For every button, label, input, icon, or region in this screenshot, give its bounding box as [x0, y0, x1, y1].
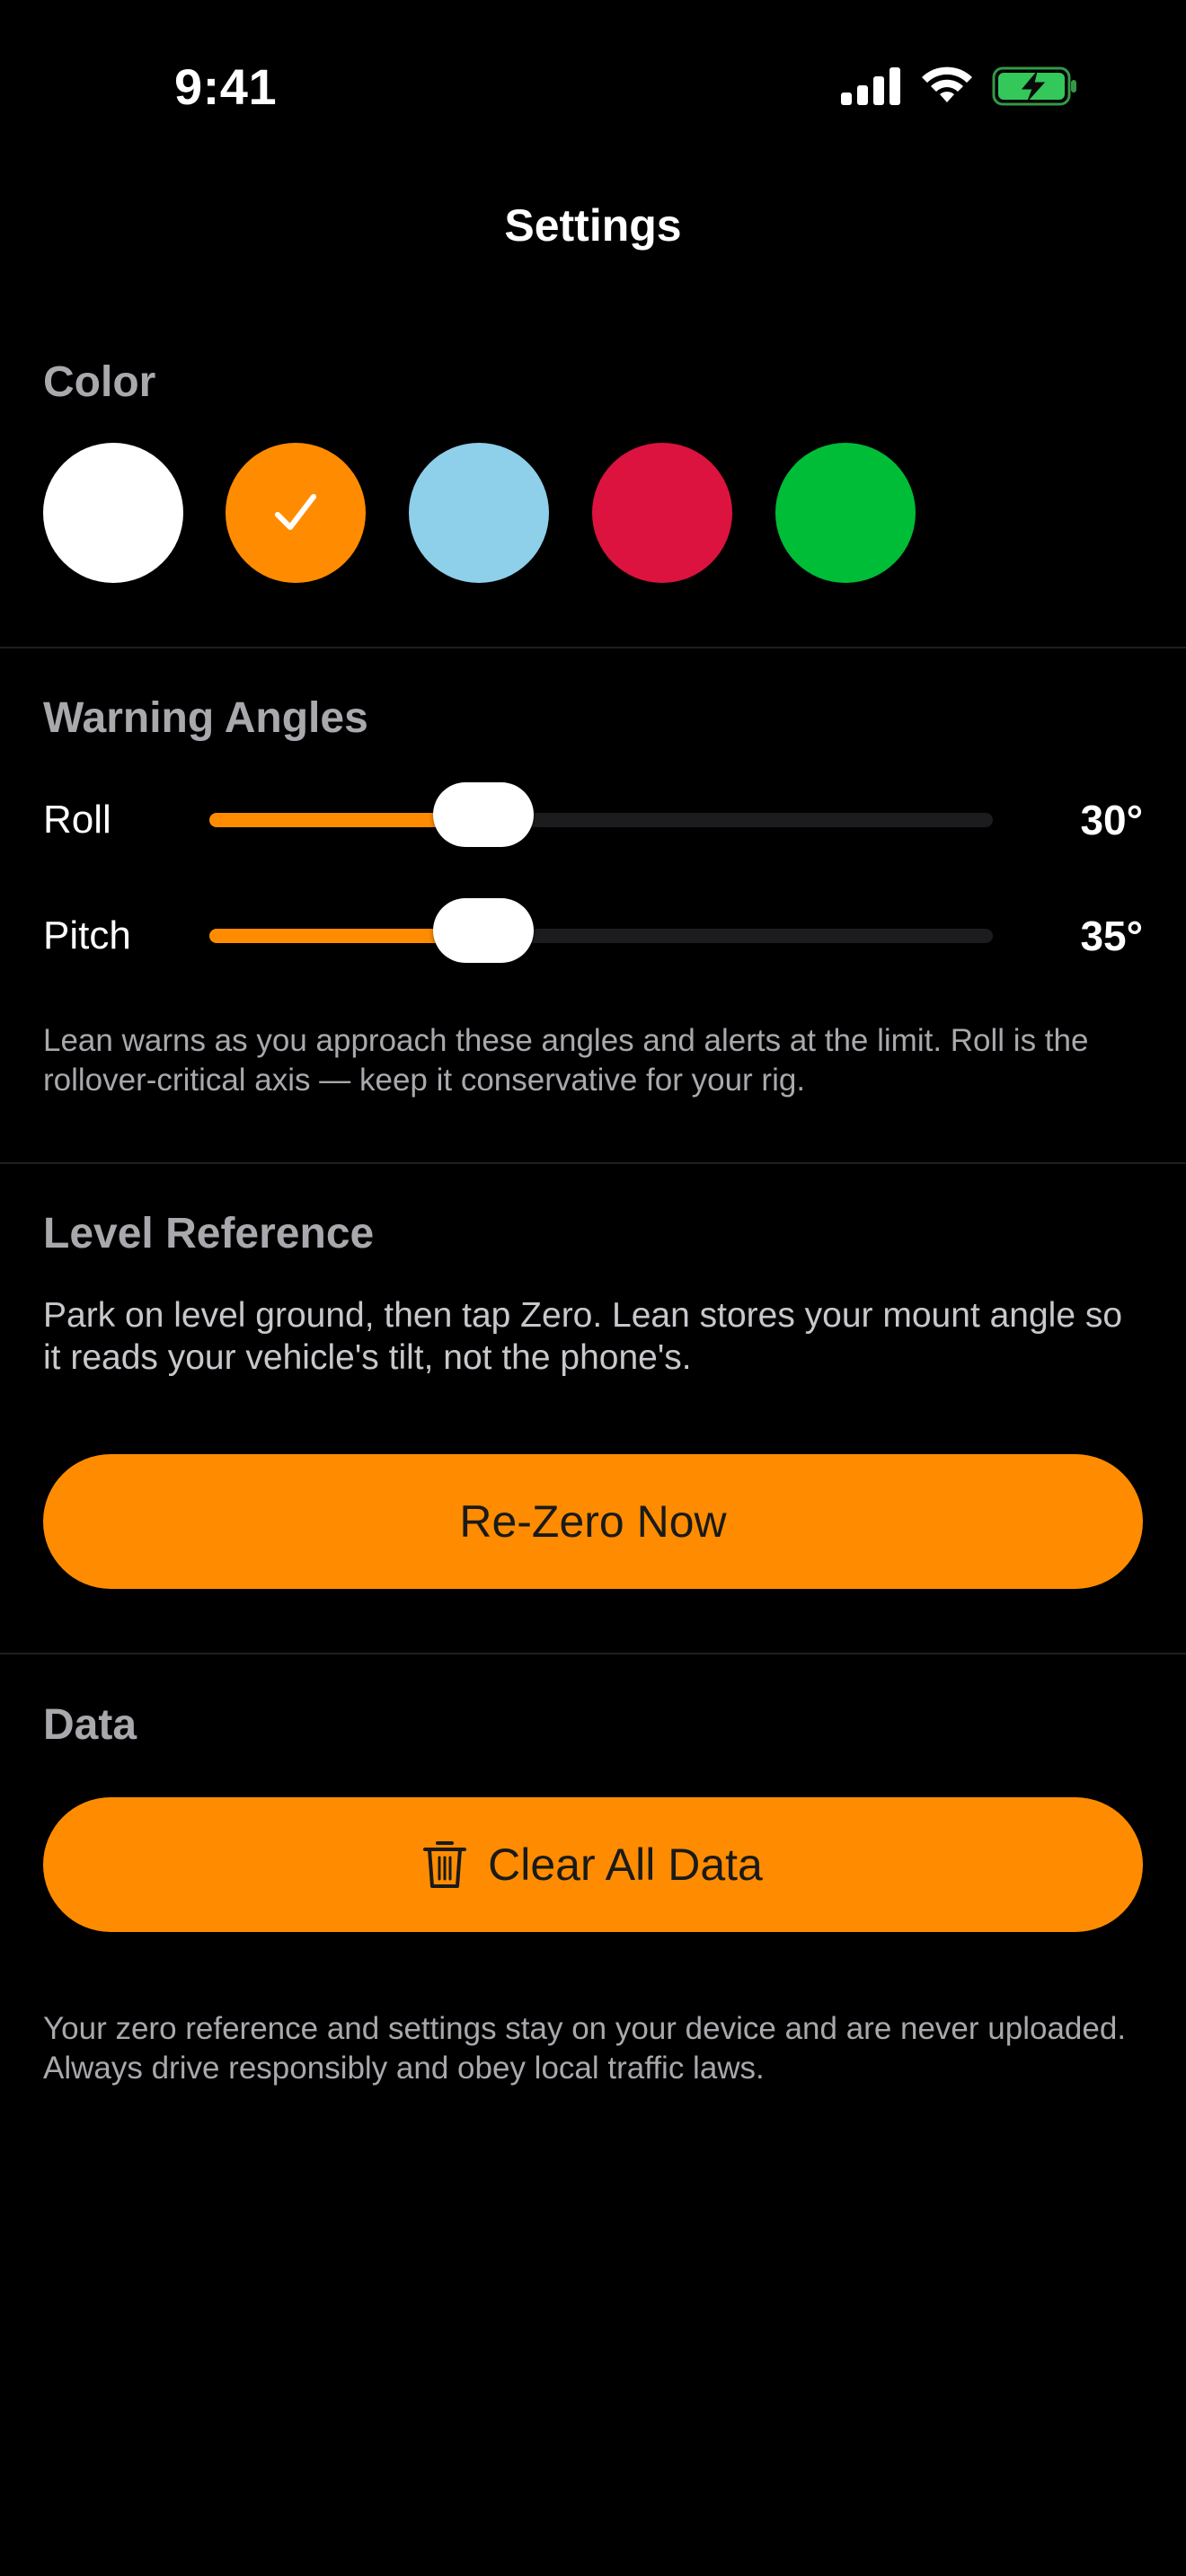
data-section-title: Data: [43, 1701, 137, 1749]
warning-angles-title: Warning Angles: [43, 694, 368, 742]
status-time: 9:41: [174, 58, 278, 115]
divider: [0, 1653, 1186, 1654]
checkmark-icon: [275, 494, 316, 530]
clear-all-data-label: Clear All Data: [488, 1839, 763, 1890]
color-swatch-white[interactable]: [43, 443, 183, 583]
level-reference-description: Park on level ground, then tap Zero. Lea…: [43, 1296, 1123, 1377]
warning-angles-caption: Lean warns as you approach these angles …: [43, 1023, 1089, 1098]
cellular-signal-icon: [841, 67, 900, 105]
re-zero-button[interactable]: Re-Zero Now: [43, 1454, 1143, 1589]
color-swatch-light-blue[interactable]: [409, 443, 549, 583]
divider: [0, 1162, 1186, 1164]
pitch-label: Pitch: [43, 913, 131, 957]
color-swatch-red[interactable]: [592, 443, 732, 583]
roll-slider-thumb[interactable]: [433, 782, 535, 847]
page-title: Settings: [504, 200, 682, 251]
status-icons: [841, 65, 1078, 108]
settings-screen: 9:41 Settings Color Warning Angles Roll …: [0, 0, 1186, 2576]
pitch-slider[interactable]: [209, 898, 993, 963]
divider: [0, 647, 1186, 648]
clear-all-data-button[interactable]: Clear All Data: [43, 1797, 1143, 1932]
level-reference-title: Level Reference: [43, 1210, 375, 1257]
color-section-title: Color: [43, 358, 156, 406]
roll-slider[interactable]: [209, 782, 993, 847]
wifi-icon: [922, 66, 972, 102]
pitch-slider-thumb[interactable]: [433, 898, 535, 963]
roll-value: 30°: [1080, 797, 1143, 843]
pitch-value: 35°: [1080, 913, 1143, 959]
privacy-footer: Your zero reference and settings stay on…: [43, 2011, 1127, 2086]
re-zero-button-label: Re-Zero Now: [459, 1496, 727, 1547]
battery-charging-icon: [992, 66, 1076, 106]
color-swatch-orange[interactable]: [226, 443, 366, 583]
color-swatch-green[interactable]: [775, 443, 916, 583]
trash-icon: [423, 1841, 467, 1888]
roll-label: Roll: [43, 798, 111, 842]
